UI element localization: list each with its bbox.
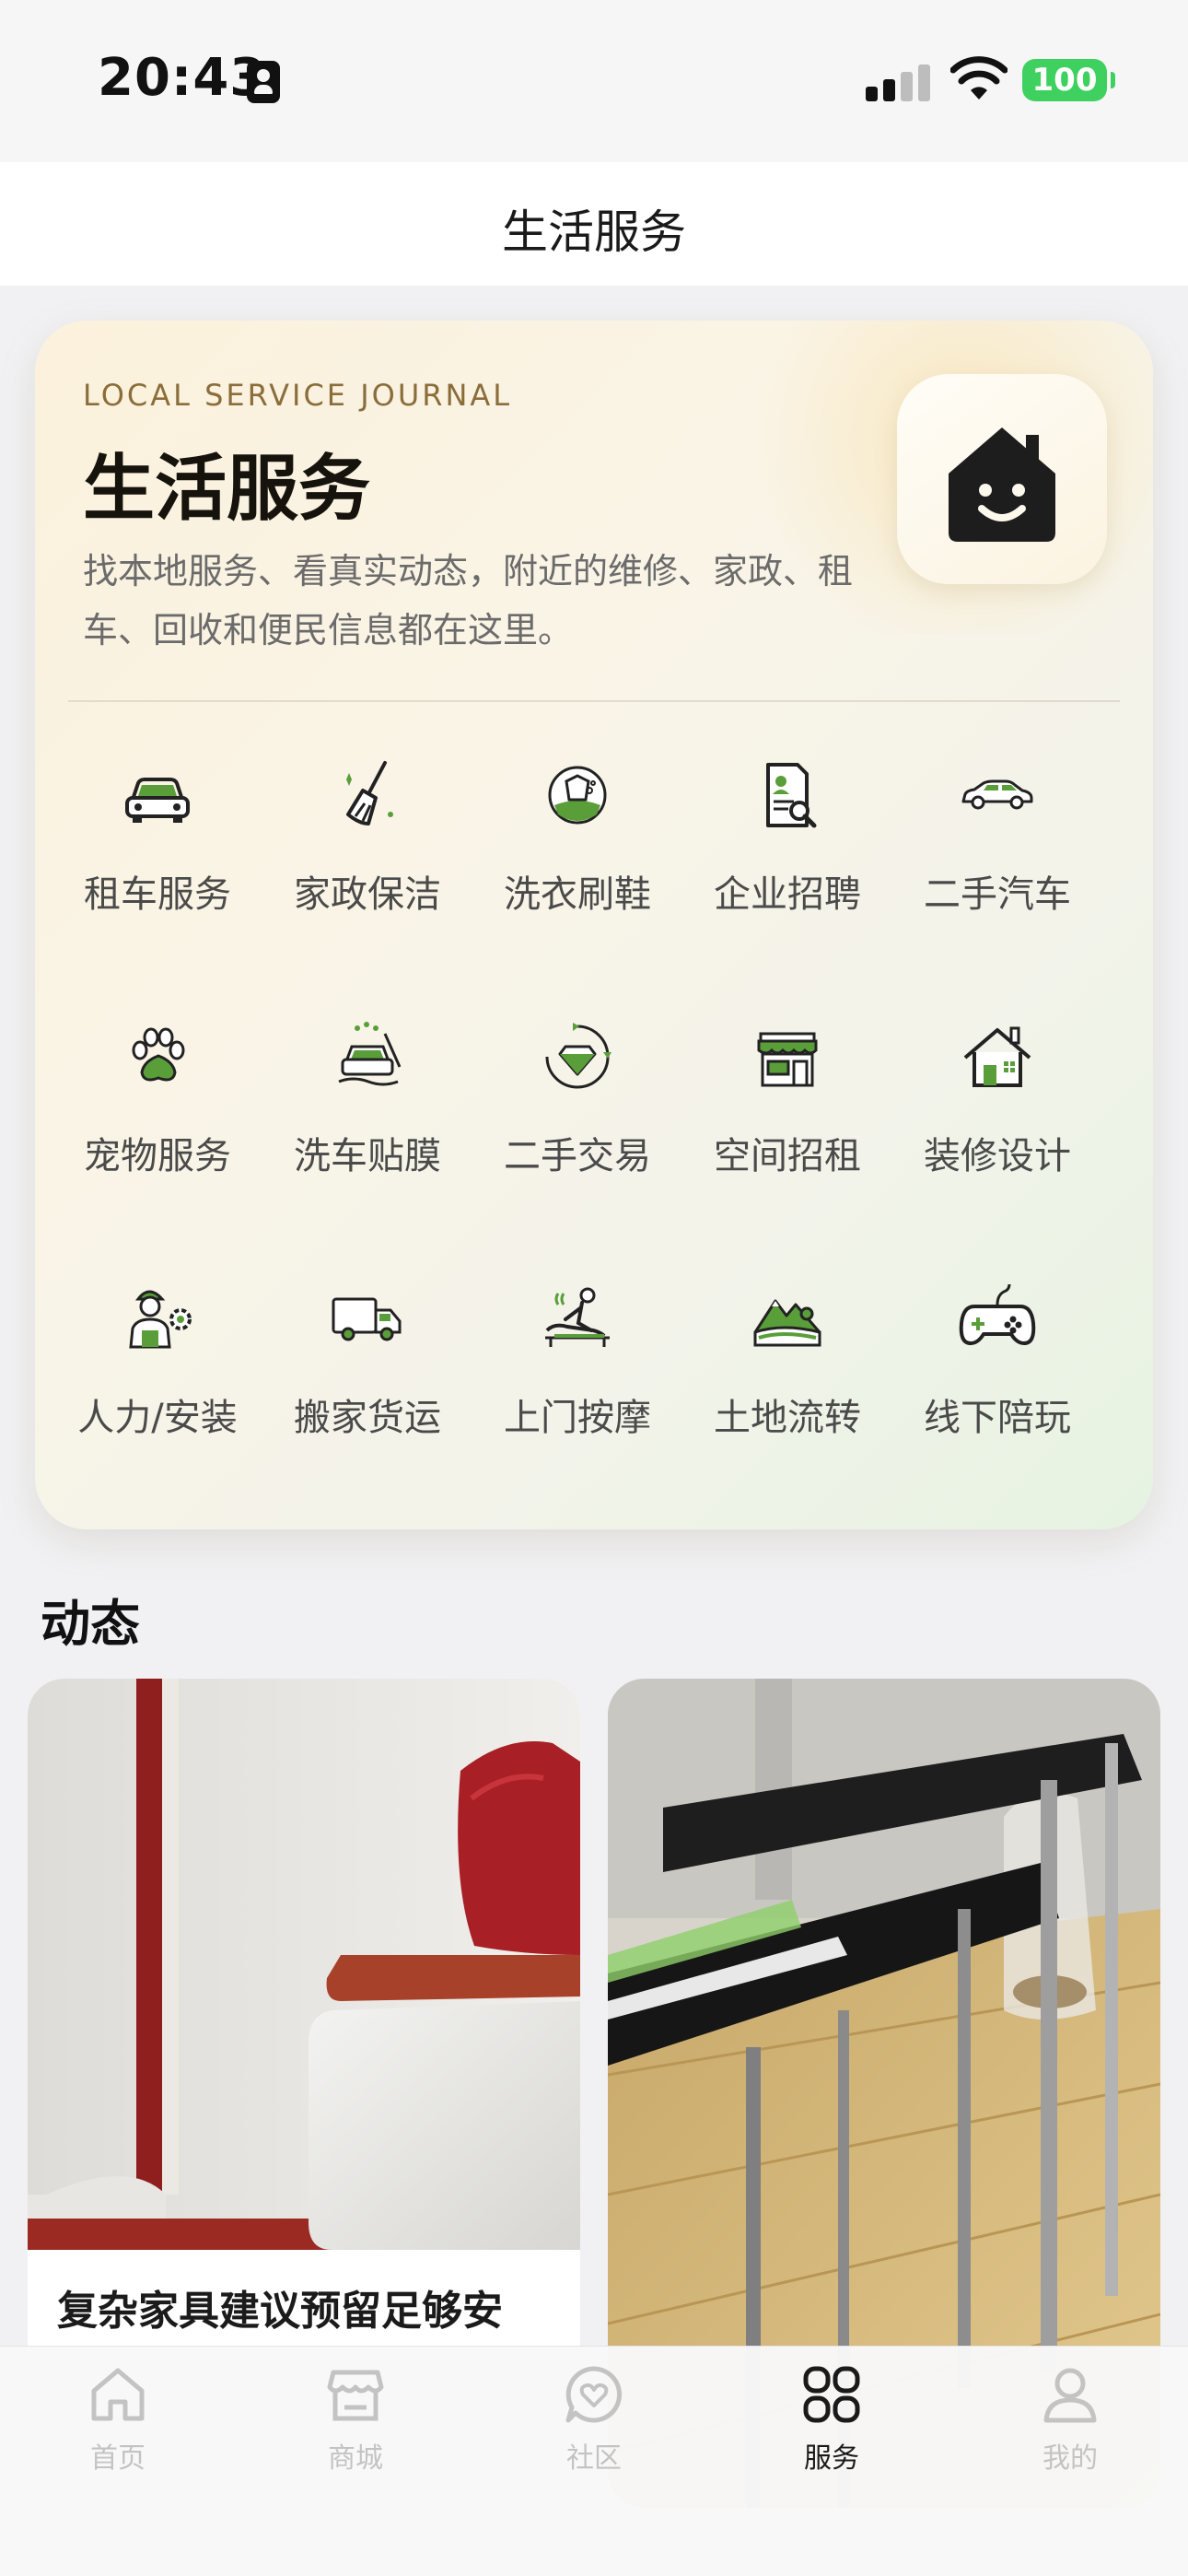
service-label: 线下陪玩 (924, 1397, 1071, 1439)
service-label: 家政保洁 (294, 873, 441, 916)
service-item-second-hand[interactable]: 二手交易 (473, 988, 681, 1227)
service-label: 搬家货运 (294, 1397, 441, 1439)
contact-card-icon (247, 61, 280, 103)
service-item-moving[interactable]: 搬家货运 (263, 1249, 472, 1489)
tab-label: 首页 (90, 2442, 146, 2475)
resume-search-icon (766, 763, 817, 828)
grid-services-icon (803, 2366, 860, 2423)
tab-bar: 首页 商城 社区 服务 我的 (0, 2346, 1188, 2576)
tab-label: 服务 (804, 2442, 859, 2475)
tab-label: 商城 (328, 2442, 383, 2475)
service-item-car-wash[interactable]: 洗车贴膜 (263, 988, 472, 1227)
service-label: 二手汽车 (924, 873, 1071, 916)
laundry-icon (548, 766, 607, 825)
tab-profile[interactable]: 我的 (978, 2363, 1162, 2475)
service-item-massage[interactable]: 上门按摩 (473, 1249, 681, 1489)
hero-description: 找本地服务、看真实动态，附近的维修、家政、租车、回收和便民信息都在这里。 (83, 551, 854, 650)
cellular-signal-icon (866, 57, 930, 101)
service-label: 洗衣刷鞋 (504, 873, 651, 916)
service-label: 上门按摩 (504, 1397, 651, 1439)
page-title: 生活服务 (502, 205, 686, 259)
status-time: 20:43 (98, 48, 267, 108)
hero-kicker: LOCAL SERVICE JOURNAL (83, 378, 513, 413)
wifi-icon (950, 56, 1007, 100)
home-icon (91, 2368, 145, 2421)
service-label: 宠物服务 (84, 1135, 231, 1177)
service-item-labor-install[interactable]: 人力/安装 (53, 1249, 262, 1489)
service-label: 租车服务 (84, 873, 231, 916)
service-item-pet[interactable]: 宠物服务 (53, 988, 262, 1227)
recycle-diamond-icon (545, 1023, 611, 1089)
service-item-decoration[interactable]: 装修设计 (893, 988, 1101, 1227)
service-item-used-car[interactable]: 二手汽车 (893, 726, 1101, 966)
service-item-land-transfer[interactable]: 土地流转 (683, 1249, 891, 1489)
white-sofa-red-cushion-photo (28, 1679, 580, 2250)
tab-services[interactable]: 服务 (740, 2363, 924, 2475)
user-icon (1043, 2368, 1097, 2423)
service-item-offline-play[interactable]: 线下陪玩 (893, 1249, 1101, 1489)
service-item-housekeeping[interactable]: 家政保洁 (263, 726, 472, 966)
status-bar: 20:43 100 (0, 0, 1188, 162)
service-item-space-rental[interactable]: 空间招租 (683, 988, 891, 1227)
service-label: 装修设计 (924, 1135, 1071, 1177)
hero-title: 生活服务 (83, 448, 371, 531)
feed-section-title: 动态 (41, 1595, 140, 1653)
battery-indicator: 100 (1022, 59, 1115, 101)
storefront-icon (757, 1032, 818, 1087)
paw-icon (132, 1027, 185, 1082)
service-label: 洗车贴膜 (294, 1135, 441, 1177)
house-icon (963, 1026, 1031, 1087)
land-mountain-icon (753, 1299, 821, 1347)
service-label: 二手交易 (504, 1135, 651, 1177)
truck-icon (332, 1297, 402, 1341)
service-item-laundry[interactable]: 洗衣刷鞋 (473, 726, 681, 966)
service-label: 企业招聘 (714, 873, 861, 916)
nav-bar: 生活服务 (0, 162, 1188, 286)
tab-label: 我的 (1042, 2442, 1098, 2475)
feed-card-title: 复杂家具建议预留足够安 (57, 2288, 503, 2335)
service-label: 空间招租 (714, 1135, 861, 1177)
gamepad-icon (959, 1283, 1036, 1345)
tab-home[interactable]: 首页 (26, 2363, 210, 2475)
service-label: 人力/安装 (77, 1397, 238, 1439)
service-item-car-rental[interactable]: 租车服务 (53, 726, 262, 966)
worker-gear-icon (129, 1290, 192, 1349)
shop-icon (327, 2370, 384, 2421)
broom-icon (346, 761, 393, 825)
tab-label: 社区 (566, 2442, 622, 2475)
tab-community[interactable]: 社区 (502, 2363, 686, 2475)
service-item-recruitment[interactable]: 企业招聘 (683, 726, 891, 966)
service-label: 土地流转 (714, 1397, 861, 1439)
tab-shop[interactable]: 商城 (263, 2363, 448, 2475)
community-heart-icon (565, 2366, 623, 2423)
massage-icon (545, 1287, 610, 1347)
hero-card: LOCAL SERVICE JOURNAL 生活服务 找本地服务、看真实动态，附… (35, 321, 1153, 1529)
hero-divider (68, 700, 1120, 702)
smiling-house-icon (897, 374, 1107, 584)
car-icon (125, 778, 190, 823)
sedan-icon (961, 779, 1033, 810)
car-wash-icon (338, 1022, 402, 1086)
